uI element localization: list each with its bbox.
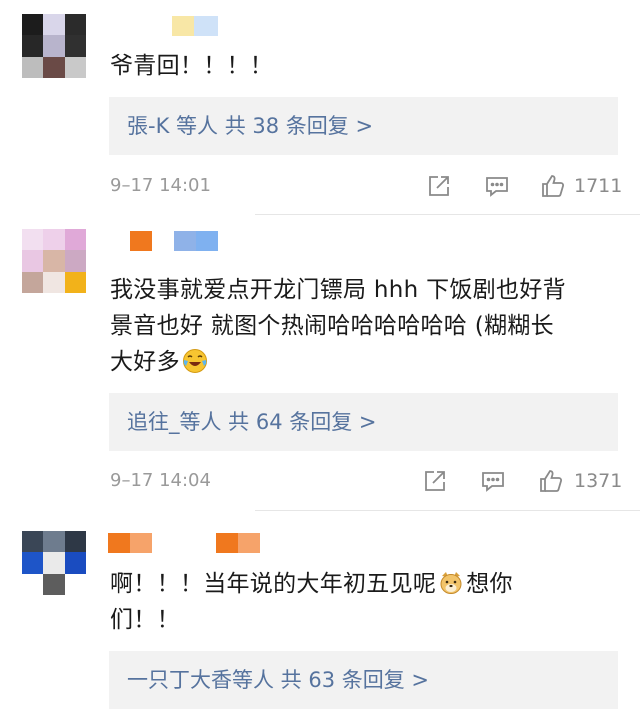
- reply-summary[interactable]: 追往_等人 共 64 条回复 >: [109, 393, 618, 451]
- doge-emoji: [440, 572, 462, 594]
- comment-text-line: 景音也好 就图个热闹哈哈哈哈哈哈 (糊糊长: [110, 313, 554, 339]
- timestamp: 9–17 14:04: [110, 470, 211, 491]
- like-count: 1711: [574, 175, 623, 197]
- comment-icon[interactable]: [480, 468, 506, 494]
- comment-text-line-1: 啊！！！当年说的大年初五见呢 想你: [110, 566, 620, 602]
- comment-item-3: 啊！！！当年说的大年初五见呢 想你 们！！ 一只丁大香等人 共 63 条回复 >: [0, 511, 640, 709]
- comment-icon[interactable]: [484, 173, 510, 199]
- comment-text: 我没事就爱点开龙门镖局 hhh 下饭剧也好背 景音也好 就图个热闹哈哈哈哈哈哈 …: [110, 272, 620, 380]
- comment-text-fragment: 大好多: [110, 349, 180, 375]
- comment-meta: 9–17 14:01 1711: [0, 168, 640, 204]
- comment-text-fragment: 想你: [466, 571, 513, 597]
- comment-item-2: 我没事就爱点开龙门镖局 hhh 下饭剧也好背 景音也好 就图个热闹哈哈哈哈哈哈 …: [0, 215, 640, 510]
- reply-summary[interactable]: 張-K 等人 共 38 条回复 >: [109, 97, 618, 155]
- username-redacted[interactable]: [130, 231, 220, 251]
- comment-text-line: 我没事就爱点开龙门镖局 hhh 下饭剧也好背: [110, 277, 566, 303]
- comment-text-line-3: 大好多: [110, 344, 620, 380]
- avatar[interactable]: [22, 229, 86, 293]
- avatar[interactable]: [22, 531, 86, 595]
- avatar[interactable]: [22, 14, 86, 78]
- laughing-crying-emoji: [182, 349, 207, 373]
- thumbs-up-icon[interactable]: [540, 173, 566, 199]
- share-icon[interactable]: [422, 468, 448, 494]
- timestamp: 9–17 14:01: [110, 175, 211, 196]
- reply-summary-link[interactable]: 一只丁大香等人 共 63 条回复 >: [127, 651, 429, 709]
- reply-summary-link[interactable]: 張-K 等人 共 38 条回复 >: [127, 97, 373, 155]
- share-icon[interactable]: [426, 173, 452, 199]
- comment-meta: 9–17 14:04 1371: [0, 463, 640, 499]
- comment-text: 啊！！！当年说的大年初五见呢 想你 们！！: [110, 566, 620, 638]
- comment-text-line: 们！！: [110, 607, 180, 633]
- reply-summary[interactable]: 一只丁大香等人 共 63 条回复 >: [109, 651, 618, 709]
- comment-text: 爷青回！！！！: [110, 53, 274, 79]
- username-redacted[interactable]: [108, 533, 260, 553]
- like-count: 1371: [574, 470, 623, 492]
- comment-item-1: 爷青回！！！！ 張-K 等人 共 38 条回复 > 9–17 14:01 171…: [0, 0, 640, 215]
- comment-text-fragment: 啊！！！当年说的大年初五见呢: [110, 571, 437, 597]
- username-redacted[interactable]: [172, 16, 220, 36]
- thumbs-up-icon[interactable]: [538, 468, 564, 494]
- reply-summary-link[interactable]: 追往_等人 共 64 条回复 >: [127, 393, 377, 451]
